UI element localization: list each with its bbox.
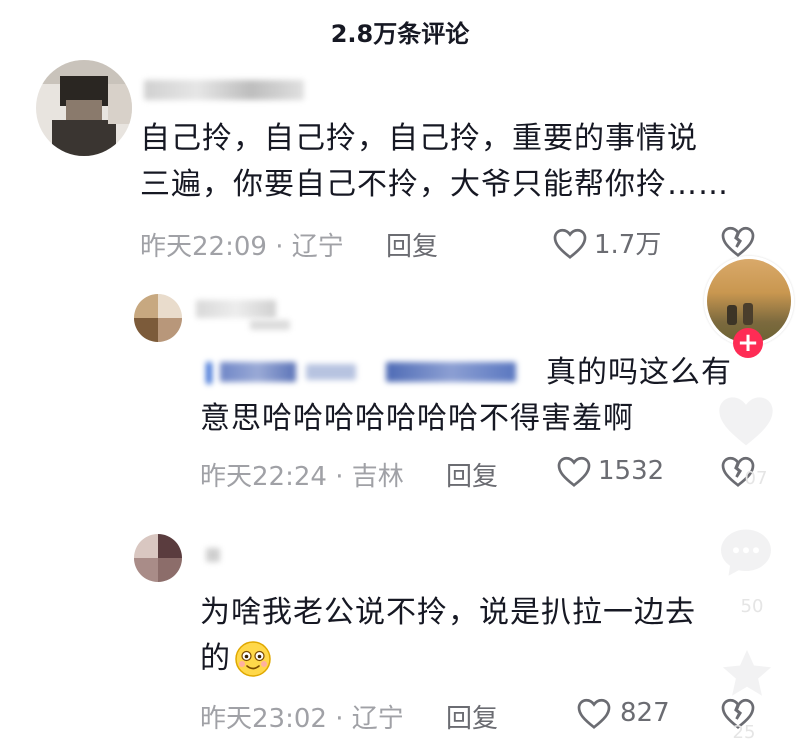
heart-outline-icon [556,454,592,488]
comment-text: 为啥我老公说不拎，说是扒拉一边去 的 [200,590,760,682]
side-like-count: 07 [744,468,768,489]
reply-button[interactable]: 回复 [386,226,438,263]
side-comment-count: 50 [740,596,764,617]
dislike-button[interactable] [720,224,756,258]
comment-text-line: 自己拎，自己拎，自己拎，重要的事情说 [140,121,698,156]
username[interactable] [206,548,220,562]
side-favorite-count: 25 [732,722,756,743]
reply-target-username[interactable] [206,360,522,384]
timestamp-location: 昨天22:24 · 吉林 [200,462,404,492]
avatar[interactable] [134,534,182,582]
star-icon[interactable] [718,646,776,702]
like-button[interactable]: 1.7万 [552,224,661,261]
broken-heart-icon [720,224,756,258]
comment-text-line: 的 [200,641,231,676]
heart-outline-icon [576,696,612,730]
comment-text-line: 三遍，你要自己不拎，大爷只能帮你拎…… [140,167,729,202]
avatar[interactable] [36,60,132,156]
username[interactable] [250,320,290,330]
like-count: 1532 [598,456,665,486]
like-count: 1.7万 [594,230,662,260]
comment-text-line: 真的吗这么有 [546,355,732,390]
like-button[interactable]: 827 [576,696,670,730]
smile-emoji-icon [233,639,273,679]
timestamp-location: 昨天23:02 · 辽宁 [200,704,404,734]
heart-icon[interactable] [714,390,778,450]
username[interactable] [196,300,276,318]
avatar[interactable] [134,294,182,342]
comment-text: 自己拎，自己拎，自己拎，重要的事情说 三遍，你要自己不拎，大爷只能帮你拎…… [140,116,780,208]
like-button[interactable]: 1532 [556,454,664,488]
like-count: 827 [620,698,670,728]
follow-plus-icon[interactable]: + [733,328,763,358]
comment-text-line: 意思哈哈哈哈哈哈哈不得害羞啊 [200,401,634,436]
reply-button[interactable]: 回复 [446,698,498,735]
comment-text-line: 为啥我老公说不拎，说是扒拉一边去 [200,595,696,630]
comment-bubble-icon[interactable] [716,524,776,580]
timestamp-location: 昨天22:09 · 辽宁 [140,232,344,262]
username[interactable] [144,80,304,100]
heart-outline-icon [552,226,588,260]
comment-count-title: 2.8万条评论 [330,20,470,48]
reply-button[interactable]: 回复 [446,456,498,493]
